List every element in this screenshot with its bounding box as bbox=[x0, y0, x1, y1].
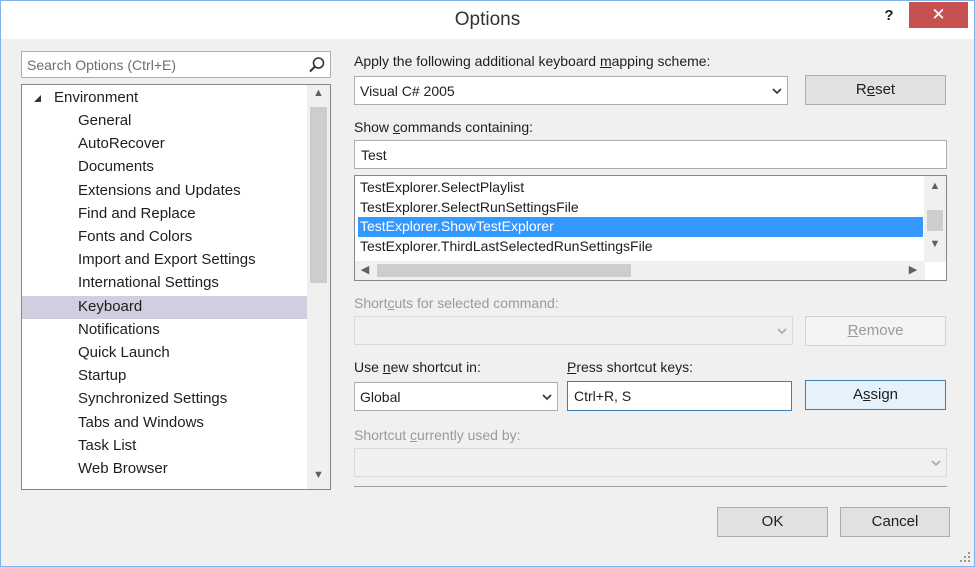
chevron-down-icon bbox=[777, 328, 787, 335]
tree-item[interactable]: Documents bbox=[22, 156, 307, 179]
tree-item-label: Documents bbox=[78, 158, 154, 176]
commands-horizontal-scrollbar[interactable]: ◀ ▶ bbox=[355, 261, 925, 280]
reset-button[interactable]: Reset bbox=[805, 75, 946, 105]
command-filter-input[interactable]: Test bbox=[354, 140, 947, 169]
remove-button[interactable]: Remove bbox=[805, 316, 946, 346]
command-list-item[interactable]: TestExplorer.SelectRunSettingsFile bbox=[358, 198, 923, 218]
scroll-down-icon[interactable]: ▼ bbox=[307, 469, 330, 481]
tree-item[interactable]: Web Browser bbox=[22, 458, 307, 481]
search-icon[interactable] bbox=[308, 56, 326, 74]
tree-item-label: Synchronized Settings bbox=[78, 390, 228, 408]
chevron-down-icon bbox=[542, 394, 552, 401]
tree-item-label: Keyboard bbox=[78, 297, 143, 315]
command-filter-value: Test bbox=[361, 147, 387, 163]
search-options-input[interactable]: Search Options (Ctrl+E) bbox=[21, 51, 331, 78]
tree-item[interactable]: Task List bbox=[22, 435, 307, 458]
tree-item-label: Startup bbox=[78, 367, 127, 385]
options-dialog: Options ? ✕ Search Options (Ctrl+E) Envi… bbox=[0, 0, 975, 567]
shortcuts-label: Shortcuts for selected command: bbox=[354, 295, 559, 311]
use-new-shortcut-label: Use new shortcut in: bbox=[354, 359, 481, 375]
currently-used-by-label: Shortcut currently used by: bbox=[354, 427, 521, 443]
tree-item-label: Fonts and Colors bbox=[78, 228, 193, 245]
close-button[interactable]: ✕ bbox=[909, 2, 968, 28]
chevron-down-icon bbox=[931, 460, 941, 467]
dialog-title: Options bbox=[454, 9, 521, 30]
shortcut-scope-value: Global bbox=[360, 389, 401, 405]
expanded-triangle-icon[interactable] bbox=[34, 95, 41, 102]
tree-item-label: General bbox=[78, 112, 132, 129]
mapping-scheme-label: Apply the following additional keyboard … bbox=[354, 53, 711, 69]
commands-vertical-scrollbar[interactable]: ▲ ▼ bbox=[924, 176, 946, 262]
tree-item-environment[interactable]: Environment bbox=[22, 87, 307, 110]
mapping-scheme-value: Visual C# 2005 bbox=[360, 83, 455, 99]
tree-item-label: Quick Launch bbox=[78, 344, 170, 361]
dialog-body: Search Options (Ctrl+E) Environment Gene… bbox=[1, 39, 974, 566]
tree-item[interactable]: Extensions and Updates bbox=[22, 180, 307, 203]
currently-used-by-dropdown[interactable] bbox=[354, 448, 947, 477]
title-bar: Options ? ✕ bbox=[1, 1, 974, 39]
tree-item[interactable]: Startup bbox=[22, 365, 307, 388]
scroll-right-icon[interactable]: ▶ bbox=[905, 263, 921, 276]
tree-item[interactable]: Keyboard bbox=[22, 295, 307, 319]
tree-item-label: International Settings bbox=[78, 274, 219, 292]
tree-item-label: AutoRecover bbox=[78, 135, 165, 153]
tree-item-label: Environment bbox=[54, 89, 139, 106]
tree-item-label: Notifications bbox=[78, 320, 160, 338]
close-icon: ✕ bbox=[931, 5, 946, 24]
tree-vertical-scrollbar[interactable]: ▲ ▼ bbox=[307, 85, 330, 489]
press-shortcut-label: Press shortcut keys: bbox=[567, 359, 694, 375]
command-list-item[interactable]: TestExplorer.SelectPlaylist bbox=[358, 178, 923, 198]
scroll-down-icon[interactable]: ▼ bbox=[924, 238, 946, 250]
tree-item[interactable]: Tabs and Windows bbox=[22, 412, 307, 435]
assign-button[interactable]: Assign bbox=[805, 380, 946, 410]
scroll-up-icon[interactable]: ▲ bbox=[307, 87, 330, 99]
tree-item-label: Tabs and Windows bbox=[78, 413, 204, 431]
scrollbar-thumb[interactable] bbox=[377, 264, 631, 277]
tree-item-label: Extensions and Updates bbox=[78, 181, 241, 199]
ok-button[interactable]: OK bbox=[717, 507, 828, 537]
shortcuts-dropdown[interactable] bbox=[354, 316, 793, 345]
tree-item[interactable]: General bbox=[22, 110, 307, 133]
show-commands-label: Show commands containing: bbox=[354, 119, 533, 135]
tree-item[interactable]: Synchronized Settings bbox=[22, 388, 307, 411]
help-button[interactable]: ? bbox=[877, 5, 901, 29]
tree-item[interactable]: Notifications bbox=[22, 319, 307, 342]
scroll-up-icon[interactable]: ▲ bbox=[924, 180, 946, 192]
divider bbox=[354, 486, 947, 487]
tree-item[interactable]: International Settings bbox=[22, 272, 307, 295]
scrollbar-thumb[interactable] bbox=[310, 107, 327, 283]
shortcut-keys-input[interactable]: Ctrl+R, S bbox=[567, 381, 792, 411]
options-tree[interactable]: Environment General AutoRecover Documents E… bbox=[21, 84, 331, 490]
search-placeholder: Search Options (Ctrl+E) bbox=[27, 57, 176, 73]
shortcut-keys-value: Ctrl+R, S bbox=[574, 388, 632, 404]
scroll-left-icon[interactable]: ◀ bbox=[357, 263, 373, 276]
mapping-scheme-dropdown[interactable]: Visual C# 2005 bbox=[354, 76, 788, 105]
tree-item[interactable]: AutoRecover bbox=[22, 133, 307, 156]
scrollbar-thumb[interactable] bbox=[927, 210, 943, 231]
tree-item-label: Task List bbox=[78, 436, 137, 454]
commands-list[interactable]: TestExplorer.SelectPlaylist TestExplorer.… bbox=[354, 175, 947, 281]
command-list-item[interactable]: TestExplorer.ShowTestExplorer bbox=[358, 217, 923, 237]
command-list-item[interactable]: TestExplorer.ThirdLastSelectedRunSetting… bbox=[358, 237, 923, 257]
cancel-button[interactable]: Cancel bbox=[840, 507, 950, 537]
tree-item[interactable]: Quick Launch bbox=[22, 342, 307, 365]
tree-item[interactable]: Import and Export Settings bbox=[22, 249, 307, 272]
tree-item-label: Web Browser bbox=[78, 460, 168, 477]
tree-item[interactable]: Find and Replace bbox=[22, 203, 307, 226]
tree-item[interactable]: Fonts and Colors bbox=[22, 226, 307, 249]
tree-item-label: Find and Replace bbox=[78, 204, 196, 222]
tree-item-label: Import and Export Settings bbox=[78, 251, 256, 269]
shortcut-scope-dropdown[interactable]: Global bbox=[354, 382, 558, 411]
resize-grip-icon[interactable] bbox=[960, 552, 970, 562]
chevron-down-icon bbox=[772, 88, 782, 95]
